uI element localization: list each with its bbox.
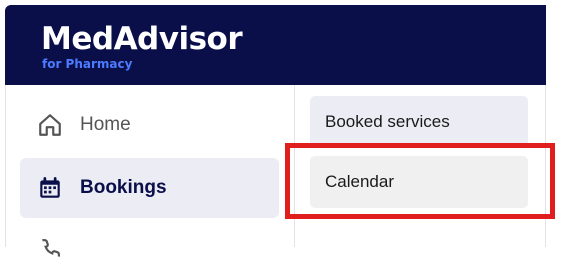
submenu-booked-services-label: Booked services: [325, 112, 450, 131]
sidebar-item-partial[interactable]: [20, 230, 279, 257]
brand-subtitle: for Pharmacy: [42, 57, 133, 71]
sidebar-left-border: [5, 85, 6, 247]
sidebar-item-home-label: Home: [80, 114, 131, 135]
sidebar-item-bookings-label: Bookings: [80, 177, 167, 198]
phone-icon: [42, 238, 61, 257]
sidebar-item-bookings[interactable]: Bookings: [20, 158, 279, 218]
calendar-icon: [40, 177, 60, 198]
highlight-annotation-box: [285, 143, 555, 219]
brand-logo[interactable]: MedAdvisor: [41, 21, 243, 57]
app-header: MedAdvisor for Pharmacy: [5, 5, 546, 85]
sidebar-item-home[interactable]: Home: [20, 95, 279, 155]
submenu-booked-services[interactable]: Booked services: [310, 96, 528, 148]
home-icon: [39, 114, 61, 136]
